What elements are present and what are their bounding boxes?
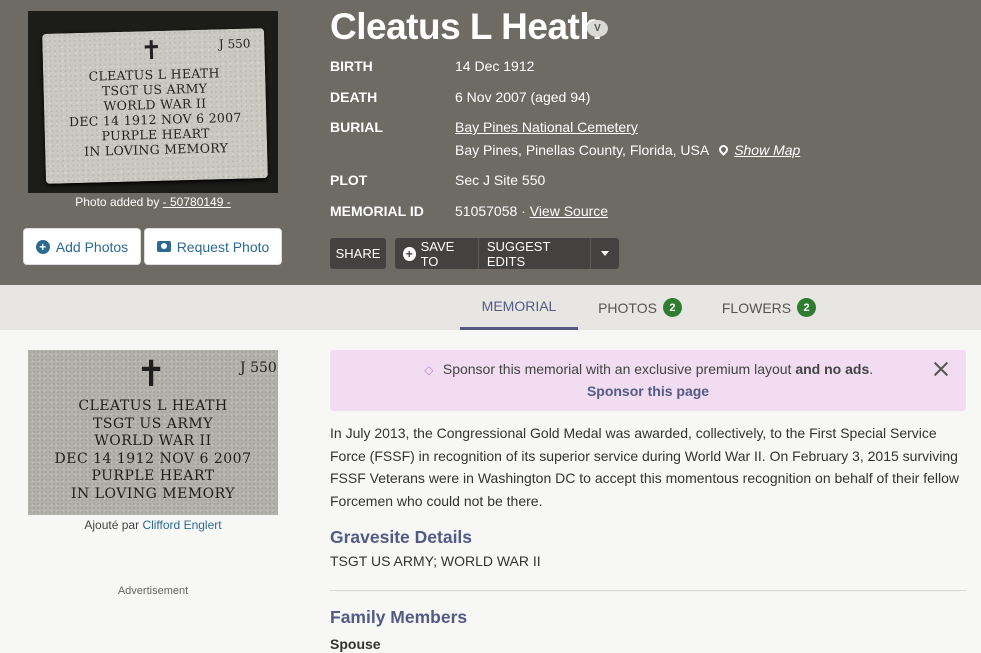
- add-photos-button[interactable]: + Add Photos: [23, 228, 141, 265]
- inscription-line: PURPLE HEART: [91, 468, 215, 484]
- veteran-badge-icon[interactable]: V: [587, 20, 608, 37]
- death-label: DEATH: [330, 89, 378, 105]
- burial-location: Bay Pines, Pinellas County, Florida, USA…: [455, 142, 800, 158]
- memorial-id: 51057058 · View Source: [455, 203, 608, 219]
- tab-photos-label: PHOTOS: [598, 299, 657, 316]
- burial-label: BURIAL: [330, 119, 383, 135]
- photos-count-badge: 2: [662, 298, 682, 317]
- birth-value: 14 Dec 1912: [455, 58, 535, 74]
- request-photo-button[interactable]: Request Photo: [144, 228, 282, 265]
- close-icon[interactable]: [932, 360, 950, 378]
- more-actions-dropdown[interactable]: [591, 238, 619, 269]
- family-members-heading: Family Members: [330, 607, 468, 627]
- action-button-group: + SAVE TO SUGGEST EDITS: [395, 238, 619, 269]
- tab-flowers-label: FLOWERS: [721, 299, 792, 316]
- memorial-id-label: MEMORIAL ID: [330, 203, 424, 219]
- suggest-edits-label: SUGGEST EDITS: [486, 238, 551, 269]
- request-photo-label: Request Photo: [176, 238, 270, 255]
- added-by-prefix: Ajouté par: [84, 518, 140, 532]
- plus-circle-icon: +: [403, 246, 416, 261]
- inscription-line: WORLD WAR II: [94, 433, 212, 449]
- burial-cemetery-link[interactable]: Bay Pines National Cemetery: [455, 119, 638, 135]
- memorial-bio: In July 2013, the Congressional Gold Med…: [330, 425, 960, 509]
- share-button[interactable]: SHARE: [330, 238, 386, 269]
- photo-credit-prefix: Photo added by: [75, 195, 160, 209]
- view-source-link[interactable]: View Source: [530, 203, 608, 219]
- headstone-photo-large[interactable]: ✝ J 550 CLEATUS L HEATH TSGT US ARMY WOR…: [28, 350, 278, 515]
- sponsor-banner: ◇ Sponsor this memorial with an exclusive…: [330, 350, 966, 411]
- memorial-header: ✝ J 550 CLEATUS L HEATH TSGT US ARMY WOR…: [0, 0, 981, 285]
- photo-added-by: Ajouté par Clifford Englert: [28, 518, 278, 532]
- burial-location-text: Bay Pines, Pinellas County, Florida, USA: [455, 142, 710, 158]
- save-to-button[interactable]: + SAVE TO: [395, 238, 479, 269]
- inscription-line: TSGT US ARMY: [93, 415, 213, 432]
- add-photos-label: Add Photos: [55, 238, 129, 255]
- headstone-number: J 550: [240, 360, 277, 376]
- chevron-down-icon: [601, 251, 609, 256]
- map-pin-icon: [717, 143, 731, 156]
- cross-icon: ✝: [136, 353, 167, 394]
- memorial-name: Cleatus L Heath: [330, 6, 602, 47]
- advertisement-label: Advertisement: [117, 585, 189, 597]
- divider: [330, 590, 966, 591]
- photo-credit-user-link[interactable]: - 50780149 -: [163, 195, 231, 209]
- inscription-line: DEC 14 1912 NOV 6 2007: [54, 450, 252, 467]
- headstone-photo[interactable]: ✝ J 550 CLEATUS L HEATH TSGT US ARMY WOR…: [28, 11, 278, 193]
- photo-credit: Photo added by - 50780149 -: [28, 195, 278, 209]
- flowers-count-badge: 2: [797, 298, 817, 317]
- gravesite-details-text: TSGT US ARMY; WORLD WAR II: [330, 553, 541, 569]
- camera-icon: [156, 241, 171, 252]
- headstone-inscription: CLEATUS L HEATH TSGT US ARMY WORLD WAR I…: [28, 398, 278, 503]
- added-by-user-link[interactable]: Clifford Englert: [142, 518, 221, 532]
- sponsor-text: ◇ Sponsor this memorial with an exclusive…: [424, 361, 874, 377]
- headstone-image: ✝ J 550 CLEATUS L HEATH TSGT US ARMY WOR…: [42, 28, 268, 184]
- sponsor-link[interactable]: Sponsor this page: [330, 383, 966, 399]
- diamond-icon: ◇: [424, 363, 434, 377]
- suggest-edits-button[interactable]: SUGGEST EDITS: [479, 238, 591, 269]
- plus-circle-icon: +: [35, 239, 50, 254]
- birth-label: BIRTH: [330, 58, 373, 74]
- death-value: 6 Nov 2007 (aged 94): [455, 89, 591, 105]
- gravesite-details-heading: Gravesite Details: [330, 527, 473, 547]
- plot-value: Sec J Site 550: [455, 172, 546, 188]
- memorial-tabs: MEMORIAL PHOTOS 2 FLOWERS 2: [0, 285, 981, 330]
- spouse-label: Spouse: [330, 636, 381, 652]
- cross-icon: ✝: [140, 34, 163, 66]
- inscription-line: IN LOVING MEMORY: [70, 485, 235, 502]
- memorial-id-value: 51057058 ·: [455, 203, 526, 219]
- show-map-link[interactable]: Show Map: [734, 142, 800, 158]
- share-label: SHARE: [335, 246, 381, 261]
- tab-memorial[interactable]: MEMORIAL: [460, 285, 578, 330]
- tab-memorial-label: MEMORIAL: [481, 298, 557, 314]
- headstone-number: J 550: [218, 36, 251, 52]
- tab-flowers[interactable]: FLOWERS 2: [720, 285, 818, 330]
- headstone-inscription: CLEATUS L HEATH TSGT US ARMY WORLD WAR I…: [43, 64, 267, 160]
- tab-photos[interactable]: PHOTOS 2: [595, 285, 685, 330]
- plot-label: PLOT: [330, 172, 368, 188]
- inscription-line: CLEATUS L HEATH: [78, 398, 228, 414]
- save-to-label: SAVE TO: [420, 238, 455, 269]
